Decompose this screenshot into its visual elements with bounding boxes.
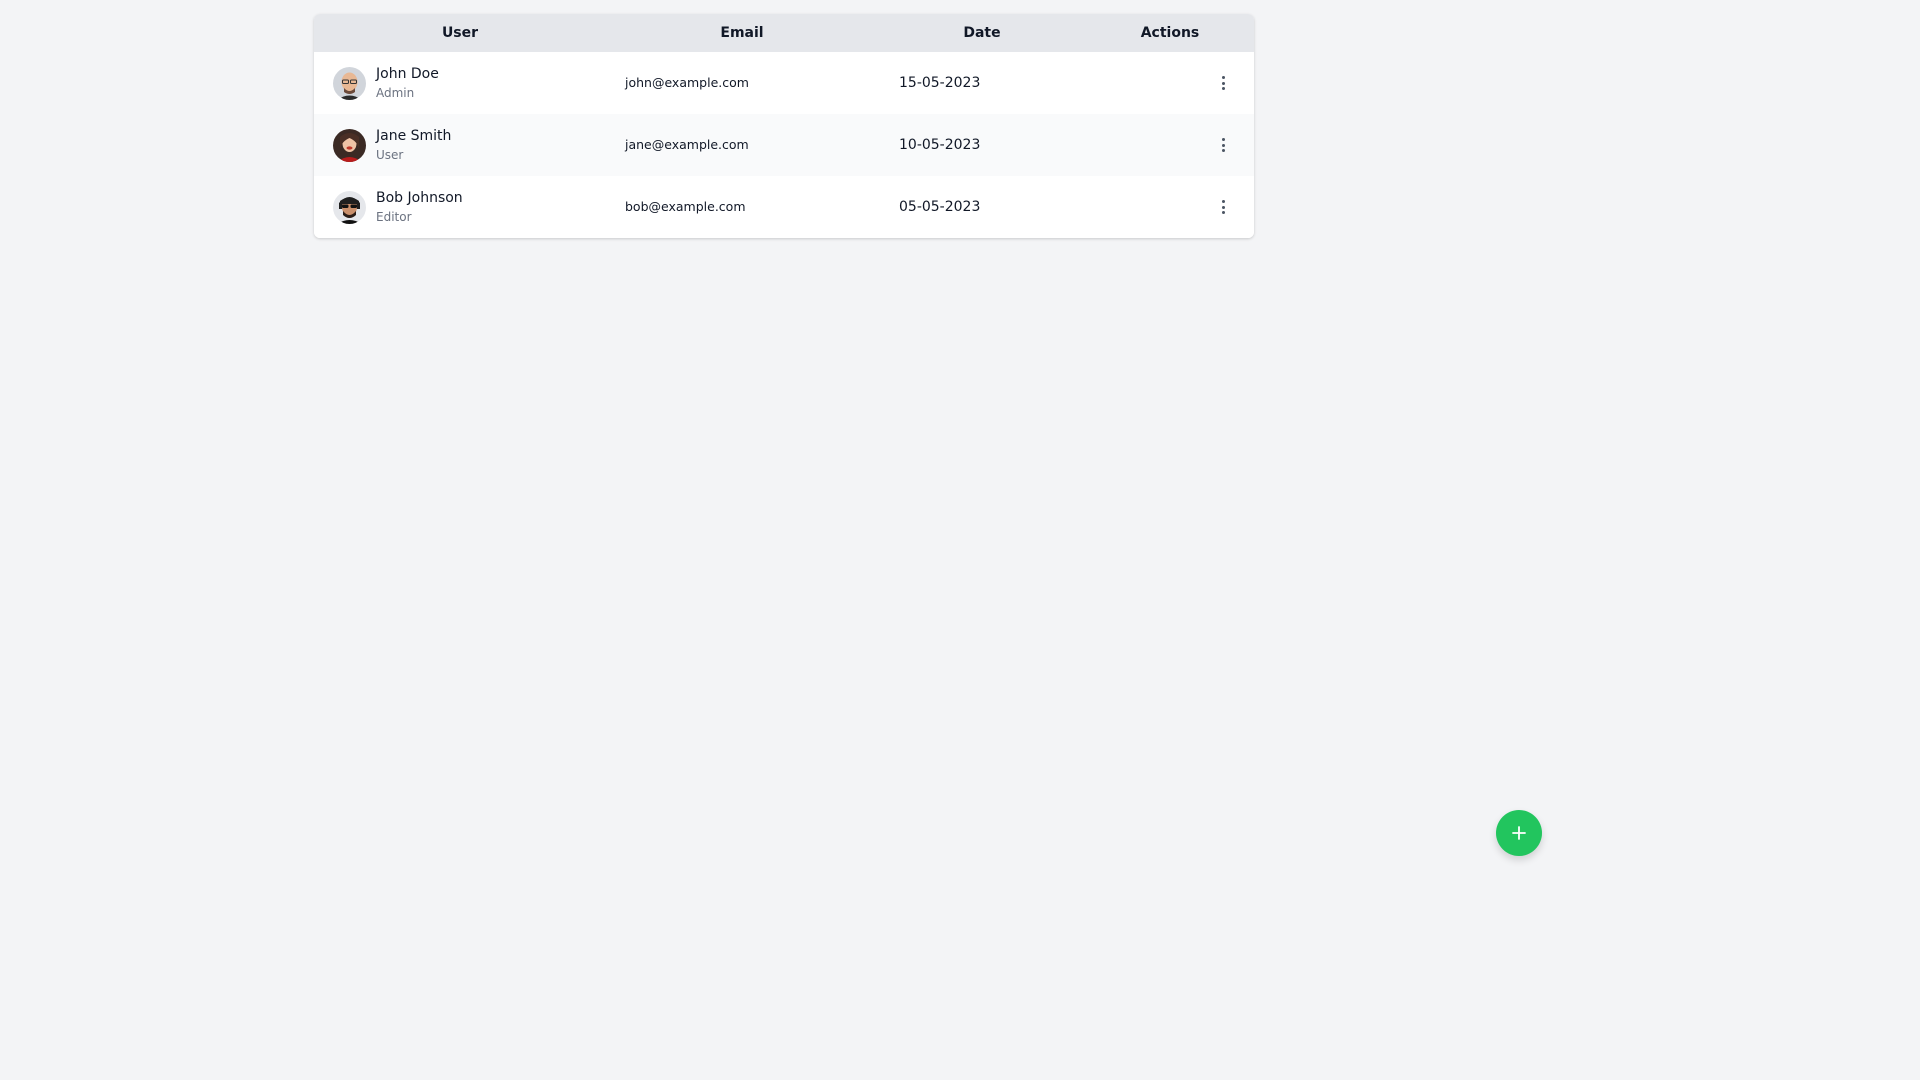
more-vertical-icon[interactable] [1212,197,1234,217]
user-date: 10-05-2023 [899,137,981,153]
avatar-woman-red-top-icon [333,129,366,162]
user-email: john@example.com [625,75,749,90]
avatar [333,191,366,224]
column-header-date[interactable]: Date [878,14,1086,52]
users-table: User Email Date Actions John Doe Admin j… [314,14,1254,238]
user-role: Editor [376,210,412,224]
user-name: Jane Smith [376,128,452,144]
table-row: Jane Smith User jane@example.com 10-05-2… [314,114,1254,176]
table-header: User Email Date Actions [314,14,1254,52]
user-date: 15-05-2023 [899,75,981,91]
plus-icon [1512,826,1526,840]
user-email: bob@example.com [625,199,746,214]
column-header-email[interactable]: Email [606,14,878,52]
more-vertical-icon[interactable] [1212,135,1234,155]
table-row: John Doe Admin john@example.com 15-05-20… [314,52,1254,114]
avatar-man-sunglasses-icon [333,191,366,224]
user-role: Admin [376,86,415,100]
table-row: Bob Johnson Editor bob@example.com 05-05… [314,176,1254,238]
avatar-bald-man-glasses-icon [333,67,366,100]
avatar [333,129,366,162]
user-role: User [376,148,404,162]
user-email: jane@example.com [625,137,749,152]
user-name: Bob Johnson [376,190,463,206]
user-name: John Doe [376,66,439,82]
more-vertical-icon[interactable] [1212,73,1234,93]
add-user-button[interactable] [1496,810,1542,856]
column-header-user[interactable]: User [314,14,606,52]
avatar [333,67,366,100]
column-header-actions: Actions [1140,25,1200,41]
user-date: 05-05-2023 [899,199,981,215]
